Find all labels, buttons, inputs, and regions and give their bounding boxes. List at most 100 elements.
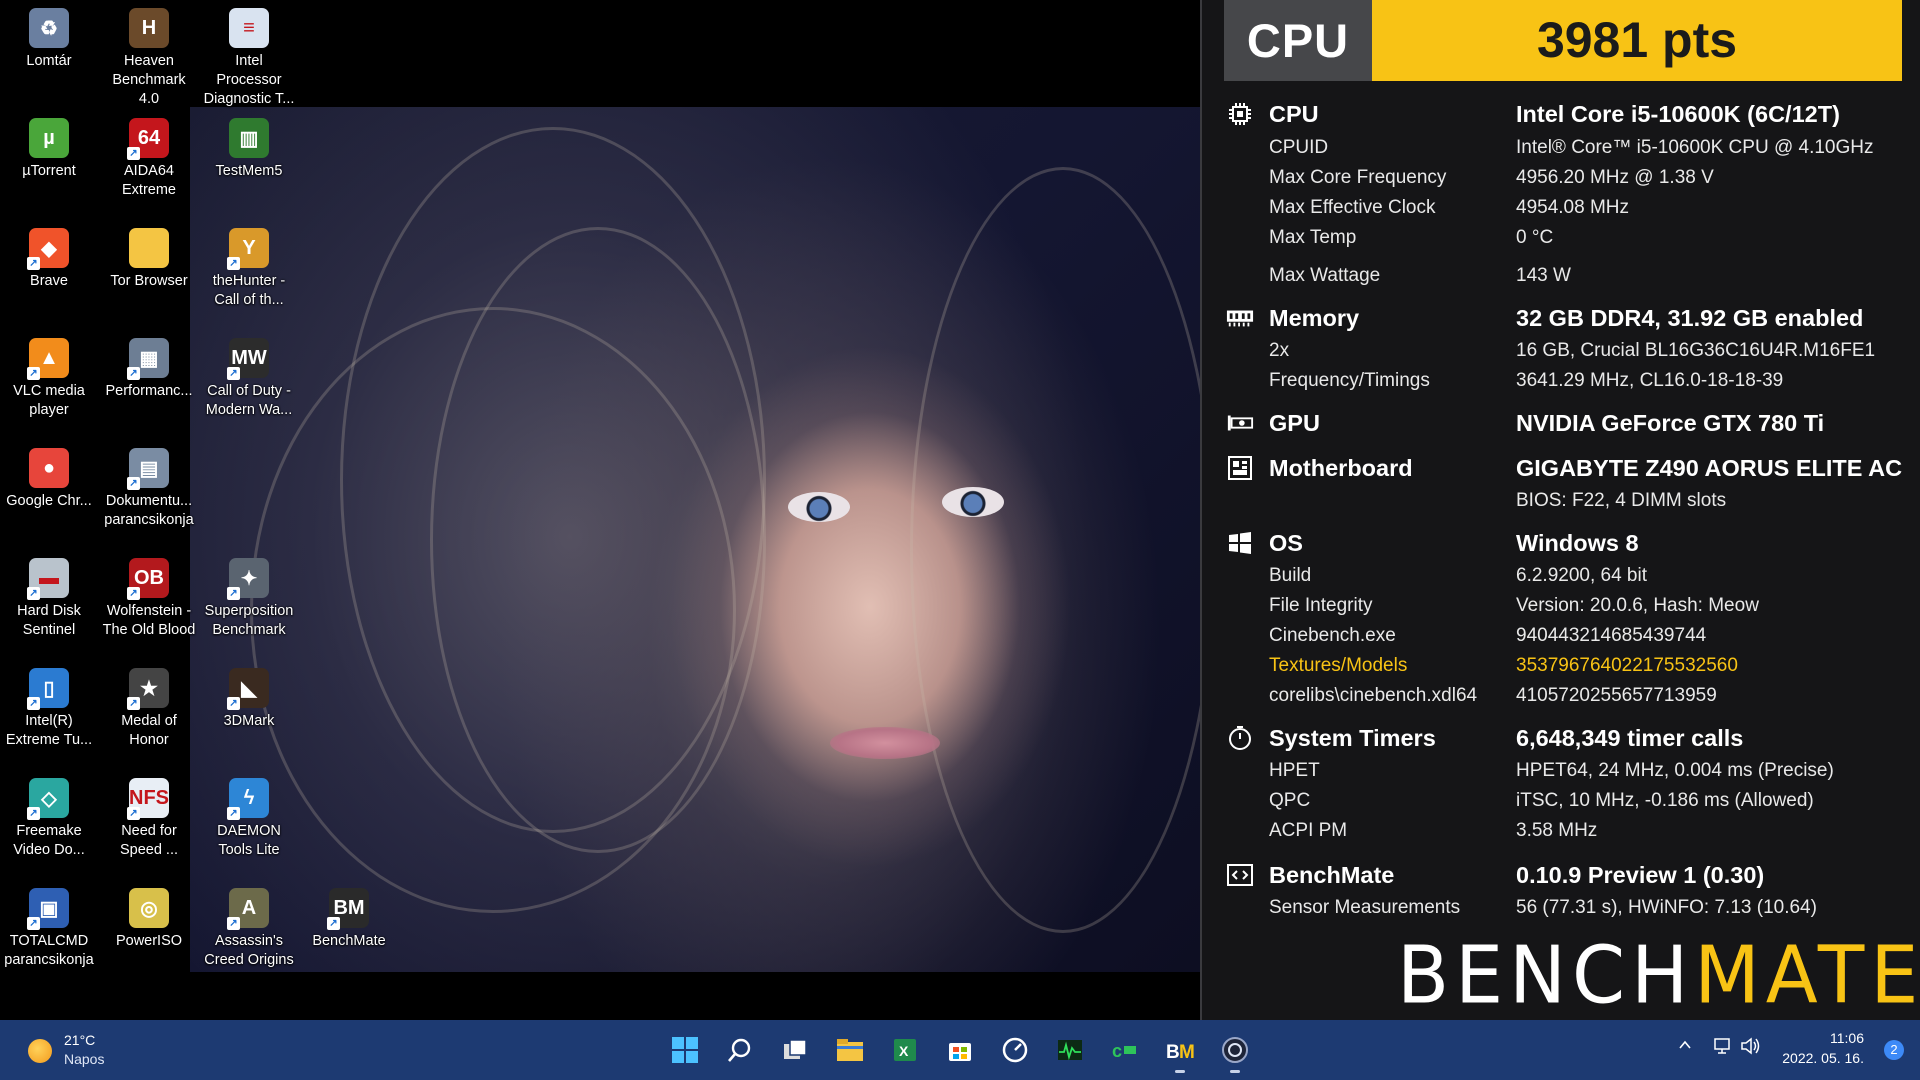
info-key: CPU [1269, 101, 1319, 127]
desktop-icon[interactable]: ★ ↗ Medal of Honor [100, 662, 198, 766]
desktop-icon[interactable]: ▲ ↗ VLC media player [0, 332, 98, 436]
desktop-icon-label: Tor Browser [110, 273, 188, 289]
info-row: File Integrity Version: 20.0.6, Hash: Meo… [1202, 595, 1920, 625]
shortcut-arrow-icon: ↗ [327, 917, 340, 930]
task-view-button[interactable] [775, 1030, 815, 1070]
desktop-icon[interactable]: ≡ Intel Processor Diagnostic T... [200, 2, 298, 107]
info-row: 2x 16 GB, Crucial BL16G36C16U4R.M16FE1 [1202, 340, 1920, 370]
desktop-icon-label: TestMem5 [215, 163, 283, 179]
monitor-app-button[interactable] [1050, 1030, 1090, 1070]
shortcut-arrow-icon: ↗ [27, 697, 40, 710]
desktop-icon-label: Freemake Video Do... [13, 823, 85, 858]
cpuz-app-button[interactable]: c [1105, 1030, 1145, 1070]
desktop-icon[interactable]: ▤ ↗ Dokumentu... parancsikonja [100, 442, 198, 546]
desktop-icon[interactable]: ♻ Lomtár [0, 2, 98, 106]
desktop-icon[interactable]: H Heaven Benchmark 4.0 [100, 2, 198, 107]
info-section-header: OS Windows 8 [1202, 530, 1920, 560]
info-key: Cinebench.exe [1269, 625, 1396, 646]
desktop-icon-label: Heaven Benchmark 4.0 [112, 53, 186, 107]
info-row: Frequency/Timings 3641.29 MHz, CL16.0-18-… [1202, 370, 1920, 400]
benchmate-panel: CPU 3981 pts CPU Intel Core i5-10600K (6C… [1200, 0, 1920, 1021]
desktop-icon[interactable]: Y ↗ theHunter - Call of th... [200, 222, 298, 326]
speaker-icon[interactable] [1740, 1036, 1762, 1056]
shortcut-arrow-icon: ↗ [227, 807, 240, 820]
store-button[interactable] [940, 1030, 980, 1070]
desktop-icon-label: AIDA64 Extreme [122, 163, 176, 198]
desktop-icon-label: Google Chr... [6, 493, 92, 509]
assassins-creed-icon: A ↗ [227, 888, 269, 930]
shortcut-arrow-icon: ↗ [227, 257, 240, 270]
desktop-icon[interactable]: µ µTorrent [0, 112, 98, 216]
info-key: Textures/Models [1269, 655, 1408, 676]
desktop-icon[interactable]: 64 ↗ AIDA64 Extreme [100, 112, 198, 216]
desktop-icon-label: TOTALCMD parancsikonja [4, 933, 94, 968]
benchmate-taskbar-button[interactable]: BM [1160, 1030, 1200, 1073]
desktop-icon-label: Need for Speed ... [119, 823, 179, 858]
info-key: 2x [1269, 340, 1290, 361]
shortcut-arrow-icon: ↗ [227, 697, 240, 710]
desktop-icon[interactable]: ▥ TestMem5 [200, 112, 298, 216]
start-button[interactable] [665, 1030, 705, 1070]
shortcut-arrow-icon: ↗ [127, 367, 140, 380]
file-explorer-button[interactable] [830, 1030, 870, 1070]
info-row: QPC iTSC, 10 MHz, -0.186 ms (Allowed) [1202, 790, 1920, 820]
clock-time: 11:06 [1830, 1030, 1864, 1046]
network-icon[interactable] [1712, 1036, 1732, 1056]
weather-widget[interactable]: 21°C Napos [26, 1029, 146, 1073]
info-key: Max Core Frequency [1269, 167, 1447, 188]
desktop-icon[interactable]: ◣ ↗ 3DMark [200, 662, 298, 766]
code-icon [1226, 861, 1254, 889]
windows-icon [1226, 529, 1254, 557]
shortcut-arrow-icon: ↗ [127, 807, 140, 820]
desktop-icon[interactable]: ◆ ↗ Brave [0, 222, 98, 326]
call-of-duty-icon: MW ↗ [227, 338, 269, 380]
info-row: Max Wattage 143 W [1202, 265, 1920, 295]
floppy-icon: ▣ ↗ [27, 888, 69, 930]
notification-badge[interactable]: 2 [1884, 1040, 1904, 1060]
shortcut-arrow-icon: ↗ [227, 367, 240, 380]
desktop-icon[interactable]: ▬ ↗ Hard Disk Sentinel [0, 552, 98, 656]
excel-button[interactable]: X [885, 1030, 925, 1070]
shortcut-arrow-icon: ↗ [127, 477, 140, 490]
benchmark-score: 3981 pts [1372, 0, 1902, 81]
desktop-icon[interactable]: MW ↗ Call of Duty - Modern Wa... [200, 332, 298, 436]
desktop-icon-label: PowerISO [115, 933, 183, 949]
weather-temperature: 21°C [64, 1032, 96, 1048]
taskbar: 21°C Napos Xc BM 11:06 2022. 05. 16. 2 [0, 1020, 1920, 1080]
desktop-icon[interactable]: ◇ ↗ Freemake Video Do... [0, 772, 98, 876]
desktop-icon[interactable]: BM ↗ BenchMate [300, 882, 398, 986]
chrome-icon: ● [29, 448, 69, 488]
desktop-icon[interactable]: Tor Browser [100, 222, 198, 326]
desktop-icon[interactable]: ✦ ↗ Superposition Benchmark [200, 552, 298, 656]
info-key: BenchMate [1269, 862, 1395, 888]
info-value: 940443214685439744 [1516, 625, 1707, 646]
desktop-icon[interactable]: NFS ↗ Need for Speed ... [100, 772, 198, 876]
desktop-icon-label: BenchMate [312, 933, 386, 949]
shortcut-arrow-icon: ↗ [127, 147, 140, 160]
desktop-icon-label: Hard Disk Sentinel [17, 603, 81, 638]
info-key: Motherboard [1269, 455, 1413, 481]
clock[interactable]: 11:06 2022. 05. 16. [1782, 1028, 1864, 1068]
search-button[interactable] [720, 1030, 760, 1070]
desktop-icon[interactable]: ▣ ↗ TOTALCMD parancsikonja [0, 882, 98, 986]
info-value: 6,648,349 timer calls [1516, 725, 1744, 751]
info-key: GPU [1269, 410, 1320, 436]
info-value: NVIDIA GeForce GTX 780 Ti [1516, 410, 1825, 436]
svg-text:c: c [1112, 1041, 1122, 1061]
desktop-icon[interactable]: ϟ ↗ DAEMON Tools Lite [200, 772, 298, 876]
cinebench-taskbar-button[interactable] [1215, 1030, 1255, 1073]
info-value: 16 GB, Crucial BL16G36C16U4R.M16FE1 [1516, 340, 1876, 361]
desktop-icon[interactable]: A ↗ Assassin's Creed Origins [200, 882, 298, 986]
desktop-icon[interactable]: ◎ PowerISO [100, 882, 198, 986]
info-section-header: GPU NVIDIA GeForce GTX 780 Ti [1202, 410, 1920, 440]
desktop-icon-label: Brave [30, 273, 68, 289]
info-key: HPET [1269, 760, 1320, 781]
shortcut-arrow-icon: ↗ [27, 367, 40, 380]
desktop-icon[interactable]: ▯ ↗ Intel(R) Extreme Tu... [0, 662, 98, 766]
speedometer-app-button[interactable] [995, 1030, 1035, 1070]
chevron-up-icon[interactable] [1678, 1038, 1692, 1052]
desktop-icon[interactable]: ▦ ↗ Performanc... [100, 332, 198, 436]
desktop-icon[interactable]: ● Google Chr... [0, 442, 98, 546]
wallpaper-photo [190, 107, 1200, 972]
desktop-icon[interactable]: OB ↗ Wolfenstein - The Old Blood [100, 552, 198, 656]
